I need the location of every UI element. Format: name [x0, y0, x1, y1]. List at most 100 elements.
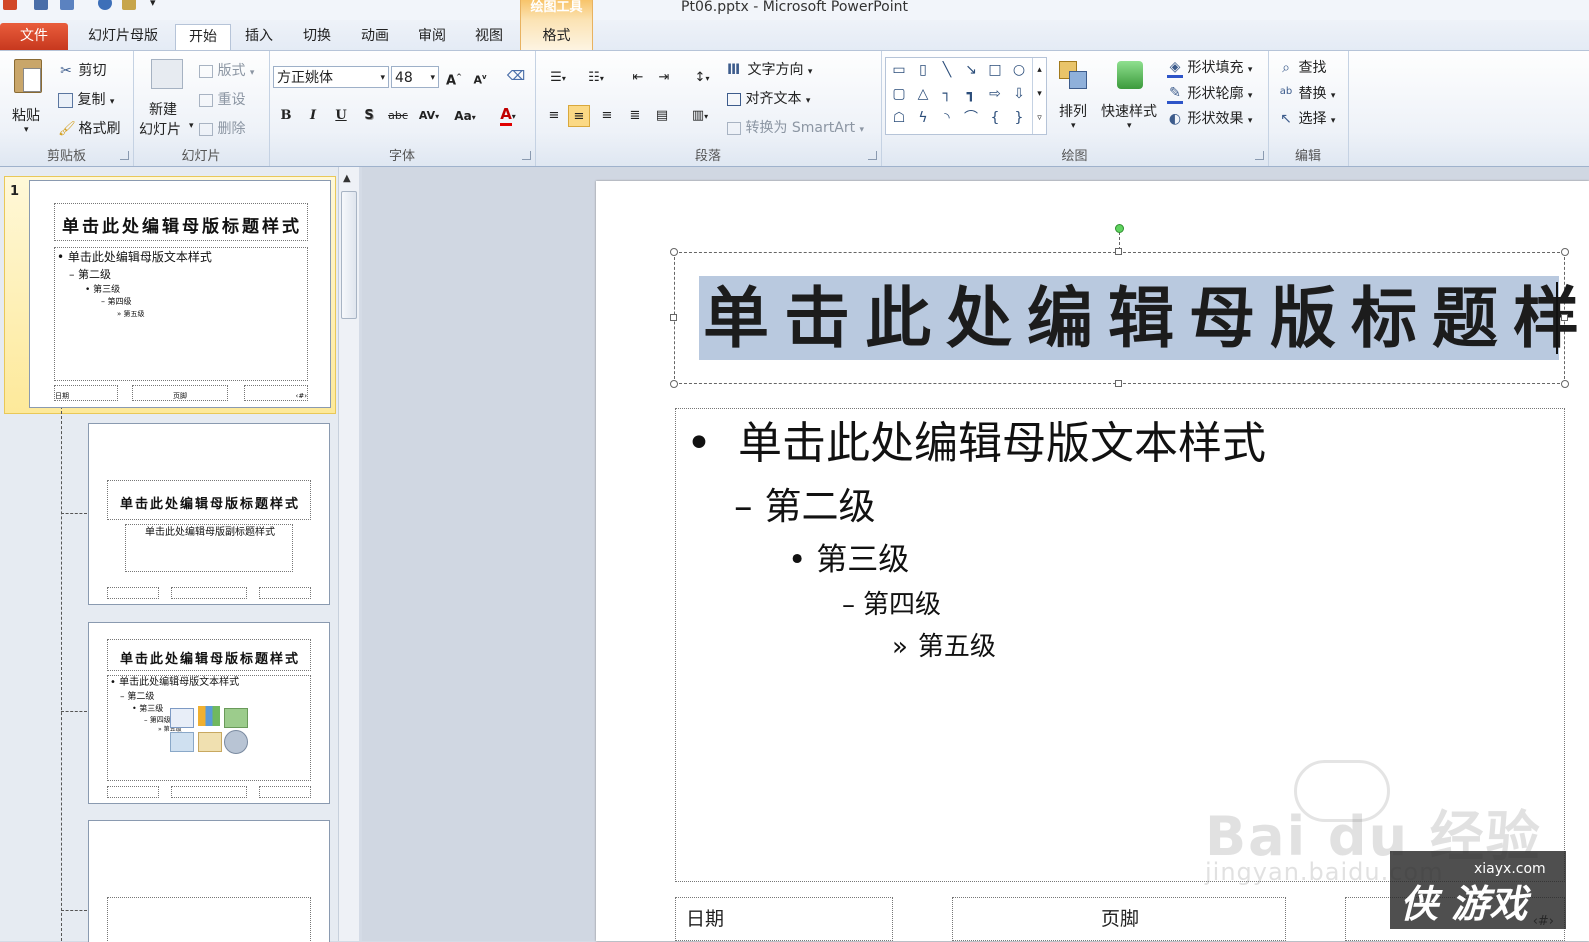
grow-font-button[interactable]: A^ [443, 66, 465, 88]
freeform-shape-icon[interactable]: ☖ [888, 108, 910, 128]
align-center-icon[interactable]: ≡ [568, 105, 590, 127]
layout-button[interactable]: 版式 ▾ [199, 60, 254, 80]
resize-handle-right[interactable] [1561, 314, 1568, 321]
body-level-5[interactable]: » 第五级 [892, 630, 996, 664]
slide-title-text[interactable]: 单击此处编辑母版标题样式 [703, 276, 1589, 360]
bold-button[interactable]: B [275, 105, 297, 127]
body-level-4[interactable]: – 第四级 [842, 588, 941, 622]
decrease-indent-icon[interactable]: ⇤ [627, 67, 649, 89]
resize-handle-bottom[interactable] [1115, 380, 1122, 387]
layout-thumbnail-content[interactable]: 单击此处编辑母版标题样式 • 单击此处编辑母版文本样式 – 第二级 • 第三级 … [88, 622, 330, 804]
tab-format[interactable]: 格式 [521, 24, 592, 49]
justify-icon[interactable]: ≣ [624, 105, 646, 127]
dialog-launcher-icon[interactable] [120, 151, 129, 160]
gallery-scroll-icon[interactable]: ▴ ▾ ▿ [1032, 58, 1046, 134]
body-level-1[interactable]: • 单击此处编辑母版文本样式 [686, 414, 1266, 474]
shape-effects-button[interactable]: ◐ 形状效果 ▾ [1167, 108, 1253, 128]
shadow-button[interactable]: S [358, 105, 380, 127]
tab-review[interactable]: 审阅 [407, 24, 457, 49]
clear-formatting-icon[interactable]: ⌫ [505, 66, 527, 88]
convert-smartart-button[interactable]: 转换为 SmartArt ▾ [727, 117, 864, 137]
tab-transitions[interactable]: 切换 [292, 24, 342, 49]
footer-date-placeholder[interactable]: 日期 [675, 897, 893, 941]
format-painter-button[interactable]: 🖌 格式刷 [58, 118, 120, 138]
underline-button[interactable]: U [330, 105, 352, 127]
resize-handle-left[interactable] [670, 314, 677, 321]
vertical-textbox-shape-icon[interactable]: ▯ [912, 60, 934, 80]
cut-button[interactable]: ✂ 剪切 [58, 60, 106, 80]
right-brace-shape-icon[interactable]: } [1008, 108, 1030, 128]
rounded-rectangle-shape-icon[interactable]: ▢ [888, 84, 910, 104]
oval-shape-icon[interactable]: ○ [1008, 60, 1030, 80]
new-slide-button[interactable]: 新建 幻灯片 ▾ [137, 57, 197, 139]
ribbon-tab-row: 文件 幻灯片母版 开始 插入 切换 动画 审阅 视图 [0, 20, 1589, 51]
layout-thumbnail-title[interactable]: 单击此处编辑母版标题样式 单击此处编辑母版副标题样式 [88, 423, 330, 605]
font-name-combo[interactable]: 方正姚体 ▾ [273, 66, 389, 88]
body-level-3[interactable]: • 第三级 [788, 540, 909, 580]
resize-handle-top-left[interactable] [670, 248, 678, 256]
scroll-up-icon[interactable]: ▲ [343, 173, 351, 184]
curve-shape-icon[interactable]: ⌒ [960, 108, 982, 128]
columns-icon[interactable]: ▥▾ [685, 105, 715, 127]
character-spacing-button[interactable]: AV▾ [414, 105, 444, 127]
layout-thumbnail-partial[interactable] [88, 820, 330, 942]
textbox-shape-icon[interactable]: ▭ [888, 60, 910, 80]
align-text-button[interactable]: 对齐文本 ▾ [727, 88, 810, 108]
text-direction-button[interactable]: Ⅲ 文字方向 ▾ [727, 59, 812, 79]
tab-file[interactable]: 文件 [0, 23, 68, 50]
numbering-icon[interactable]: ☷▾ [579, 67, 613, 89]
tab-insert[interactable]: 插入 [236, 24, 282, 49]
resize-handle-bottom-right[interactable] [1561, 380, 1569, 388]
paste-button[interactable]: 粘贴 ▾ [6, 57, 48, 137]
copy-button[interactable]: 复制 ▾ [58, 89, 114, 109]
quick-styles-button[interactable]: 快速样式 ▾ [1099, 57, 1165, 137]
right-arrow-shape-icon[interactable]: ⇨ [984, 84, 1006, 104]
align-right-icon[interactable]: ≡ [596, 105, 618, 127]
distributed-icon[interactable]: ▤ [651, 105, 673, 127]
tab-view[interactable]: 视图 [464, 24, 514, 49]
replace-button[interactable]: ab 替换 ▾ [1278, 83, 1336, 103]
arc-shape-icon[interactable]: ◝ [936, 108, 958, 128]
arrange-button[interactable]: 排列 ▾ [1051, 57, 1097, 137]
elbow-arrow-shape-icon[interactable]: ┓ [960, 84, 982, 104]
lightning-shape-icon[interactable]: ϟ [912, 108, 934, 128]
find-button[interactable]: ⌕ 查找 [1278, 57, 1326, 77]
tab-animations[interactable]: 动画 [350, 24, 400, 49]
arrow-line-shape-icon[interactable]: ↘ [960, 60, 982, 80]
down-arrow-shape-icon[interactable]: ⇩ [1008, 84, 1030, 104]
align-left-icon[interactable]: ≡ [543, 105, 565, 127]
delete-button[interactable]: 删除 [199, 118, 245, 138]
font-size-combo[interactable]: 48 ▾ [391, 66, 439, 88]
resize-handle-top[interactable] [1115, 248, 1122, 255]
reset-button[interactable]: 重设 [199, 89, 245, 109]
dialog-launcher-icon[interactable] [1255, 151, 1264, 160]
rotation-handle[interactable] [1115, 224, 1124, 233]
strikethrough-button[interactable]: abc [385, 105, 411, 127]
line-spacing-icon[interactable]: ↕▾ [687, 67, 717, 89]
triangle-shape-icon[interactable]: △ [912, 84, 934, 104]
master-thumbnail[interactable]: 单击此处编辑母版标题样式 • 单击此处编辑母版文本样式 – 第二级 • 第三级 … [29, 180, 331, 408]
change-case-button[interactable]: Aa▾ [449, 105, 481, 127]
rectangle-shape-icon[interactable]: □ [984, 60, 1006, 80]
italic-button[interactable]: I [302, 105, 324, 127]
scrollbar-thumb[interactable] [341, 191, 357, 319]
font-color-button[interactable]: A▾ [491, 103, 525, 126]
elbow-connector-shape-icon[interactable]: ┐ [936, 84, 958, 104]
line-shape-icon[interactable]: ╲ [936, 60, 958, 80]
footer-center-placeholder[interactable]: 页脚 [952, 897, 1286, 941]
shape-outline-button[interactable]: ✎ 形状轮廓 ▾ [1167, 83, 1252, 104]
select-button[interactable]: ↖ 选择 ▾ [1278, 108, 1335, 128]
shrink-font-button[interactable]: Av [469, 66, 491, 88]
increase-indent-icon[interactable]: ⇥ [653, 67, 675, 89]
thumbnail-scrollbar[interactable]: ▲ [338, 167, 359, 941]
body-level-2[interactable]: – 第二级 [734, 483, 876, 531]
left-brace-shape-icon[interactable]: { [984, 108, 1006, 128]
bullets-icon[interactable]: ☰▾ [543, 67, 573, 89]
tab-home[interactable]: 开始 [175, 24, 231, 50]
dialog-launcher-icon[interactable] [868, 151, 877, 160]
tab-slide-master[interactable]: 幻灯片母版 [78, 24, 168, 49]
shape-fill-button[interactable]: ◈ 形状填充 ▾ [1167, 57, 1252, 78]
resize-handle-bottom-left[interactable] [670, 380, 678, 388]
resize-handle-top-right[interactable] [1561, 248, 1569, 256]
dialog-launcher-icon[interactable] [522, 151, 531, 160]
